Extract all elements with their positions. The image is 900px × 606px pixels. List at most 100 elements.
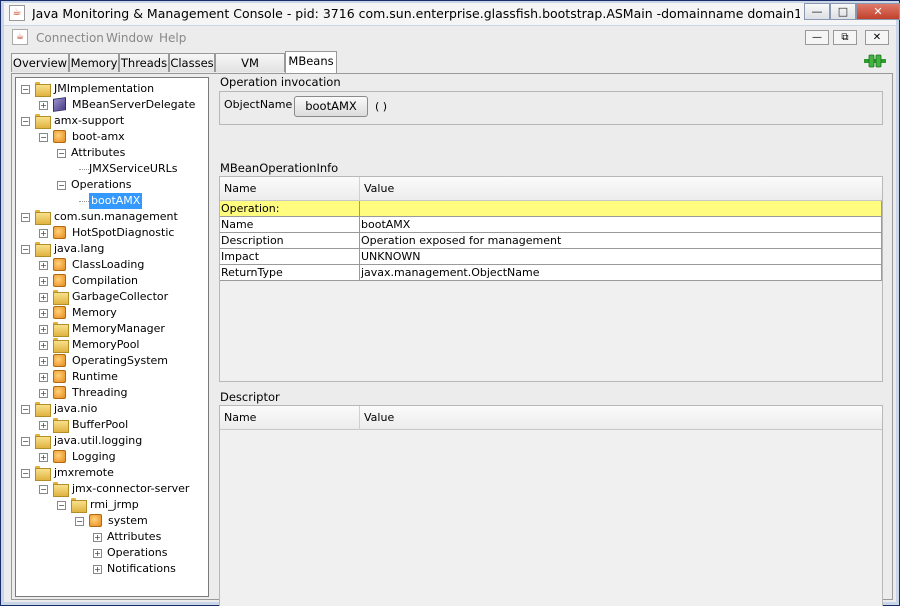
- menu-help[interactable]: Help: [159, 31, 186, 45]
- tree-node[interactable]: + Threading: [16, 385, 208, 401]
- expand-icon[interactable]: +: [39, 309, 48, 318]
- expand-icon[interactable]: +: [39, 373, 48, 382]
- descriptor-table[interactable]: Name Value: [219, 405, 883, 606]
- tree-node-label: Memory: [72, 306, 117, 319]
- internal-close-button[interactable]: ✕: [865, 30, 889, 45]
- tree-node-label: JMImplementation: [54, 82, 155, 95]
- tree-node[interactable]: − jmx-connector-server: [16, 481, 208, 497]
- expand-icon[interactable]: +: [93, 533, 102, 542]
- tab-bar: Overview Memory Threads Classes VM Summa…: [11, 51, 891, 88]
- collapse-icon[interactable]: −: [21, 85, 30, 94]
- table-row[interactable]: Description Operation exposed for managem…: [220, 233, 882, 249]
- expand-icon[interactable]: +: [93, 549, 102, 558]
- tree-node[interactable]: JMXServiceURLs: [16, 161, 208, 177]
- collapse-icon[interactable]: −: [39, 133, 48, 142]
- internal-restore-button[interactable]: ⧉: [833, 30, 857, 45]
- mbean-tree[interactable]: − JMImplementation + MBeanServerDelegate − am…: [15, 77, 209, 597]
- table-row[interactable]: Name bootAMX: [220, 217, 882, 233]
- collapse-icon[interactable]: −: [21, 117, 30, 126]
- tree-node[interactable]: + Compilation: [16, 273, 208, 289]
- tree-node[interactable]: + Notifications: [16, 561, 208, 577]
- descriptor-column-name[interactable]: Name: [220, 406, 360, 430]
- tab-overview[interactable]: Overview: [11, 53, 69, 72]
- tree-node[interactable]: + Logging: [16, 449, 208, 465]
- expand-icon[interactable]: +: [39, 277, 48, 286]
- invoke-bootamx-button[interactable]: bootAMX: [294, 96, 368, 117]
- title-bar[interactable]: ☕ Java Monitoring & Management Console -…: [4, 3, 900, 25]
- close-button[interactable]: ✕: [856, 3, 900, 20]
- app-window: ☕ Java Monitoring & Management Console -…: [0, 0, 900, 606]
- expand-icon[interactable]: +: [39, 357, 48, 366]
- tab-threads[interactable]: Threads: [119, 53, 169, 72]
- tab-vm-summary[interactable]: VM Summary: [215, 53, 285, 88]
- expand-icon[interactable]: +: [93, 565, 102, 574]
- tree-node[interactable]: + Memory: [16, 305, 208, 321]
- minimize-button[interactable]: —: [804, 3, 830, 20]
- tab-memory[interactable]: Memory: [69, 53, 119, 72]
- tree-node[interactable]: + BufferPool: [16, 417, 208, 433]
- column-header-value[interactable]: Value: [360, 177, 882, 201]
- collapse-icon[interactable]: −: [57, 501, 66, 510]
- tree-node[interactable]: + OperatingSystem: [16, 353, 208, 369]
- tree-node[interactable]: + MemoryPool: [16, 337, 208, 353]
- collapse-icon[interactable]: −: [21, 405, 30, 414]
- table-row[interactable]: ReturnType javax.management.ObjectName: [220, 265, 882, 281]
- collapse-icon[interactable]: −: [39, 485, 48, 494]
- connection-status-icon[interactable]: [864, 54, 886, 68]
- tree-node[interactable]: + Attributes: [16, 529, 208, 545]
- operation-info-table[interactable]: Name Value Operation: Name bootAMX Descript…: [219, 176, 883, 382]
- internal-minimize-button[interactable]: —: [805, 30, 829, 45]
- tree-node[interactable]: + GarbageCollector: [16, 289, 208, 305]
- tab-mbeans[interactable]: MBeans: [285, 51, 337, 73]
- tree-node[interactable]: + MemoryManager: [16, 321, 208, 337]
- tree-node-label: OperatingSystem: [72, 354, 169, 367]
- cell-value: bootAMX: [360, 217, 882, 233]
- tree-node[interactable]: + MBeanServerDelegate: [16, 97, 208, 113]
- expand-icon[interactable]: +: [39, 261, 48, 270]
- mbean-icon: [53, 130, 66, 143]
- expand-icon[interactable]: +: [39, 101, 48, 110]
- tree-node[interactable]: bootAMX: [16, 193, 208, 209]
- java-document-icon[interactable]: ☕: [12, 29, 28, 45]
- collapse-icon[interactable]: −: [21, 469, 30, 478]
- tree-node[interactable]: − java.lang: [16, 241, 208, 257]
- tree-node[interactable]: − JMImplementation: [16, 81, 208, 97]
- expand-icon[interactable]: +: [39, 229, 48, 238]
- table-row[interactable]: Impact UNKNOWN: [220, 249, 882, 265]
- collapse-icon[interactable]: −: [57, 149, 66, 158]
- expand-icon[interactable]: +: [39, 421, 48, 430]
- tree-node[interactable]: − system: [16, 513, 208, 529]
- tree-node[interactable]: − boot-amx: [16, 129, 208, 145]
- tree-node[interactable]: − java.util.logging: [16, 433, 208, 449]
- collapse-icon[interactable]: −: [21, 245, 30, 254]
- split-pane-divider[interactable]: [210, 77, 215, 597]
- collapse-icon[interactable]: −: [21, 437, 30, 446]
- collapse-icon[interactable]: −: [21, 213, 30, 222]
- expand-icon[interactable]: +: [39, 293, 48, 302]
- expand-icon[interactable]: +: [39, 341, 48, 350]
- tree-node[interactable]: − rmi_jrmp: [16, 497, 208, 513]
- column-header-name[interactable]: Name: [220, 177, 360, 201]
- maximize-button[interactable]: □: [830, 3, 856, 20]
- tree-node[interactable]: + ClassLoading: [16, 257, 208, 273]
- expand-icon[interactable]: +: [39, 453, 48, 462]
- expand-icon[interactable]: +: [39, 389, 48, 398]
- tree-node[interactable]: − Operations: [16, 177, 208, 193]
- descriptor-column-value[interactable]: Value: [360, 406, 882, 430]
- expand-icon[interactable]: +: [39, 325, 48, 334]
- tree-node[interactable]: − com.sun.management: [16, 209, 208, 225]
- tree-node[interactable]: − amx-support: [16, 113, 208, 129]
- tree-node[interactable]: + Operations: [16, 545, 208, 561]
- collapse-icon[interactable]: −: [75, 517, 84, 526]
- operation-invocation-title: Operation invocation: [220, 75, 341, 89]
- table-row[interactable]: Operation:: [220, 201, 882, 217]
- tree-node[interactable]: − jmxremote: [16, 465, 208, 481]
- tree-node[interactable]: + HotSpotDiagnostic: [16, 225, 208, 241]
- tree-node[interactable]: + Runtime: [16, 369, 208, 385]
- menu-window[interactable]: Window: [106, 31, 153, 45]
- tree-node[interactable]: − Attributes: [16, 145, 208, 161]
- menu-connection[interactable]: Connection: [36, 31, 104, 45]
- collapse-icon[interactable]: −: [57, 181, 66, 190]
- tab-classes[interactable]: Classes: [169, 53, 215, 72]
- tree-node[interactable]: − java.nio: [16, 401, 208, 417]
